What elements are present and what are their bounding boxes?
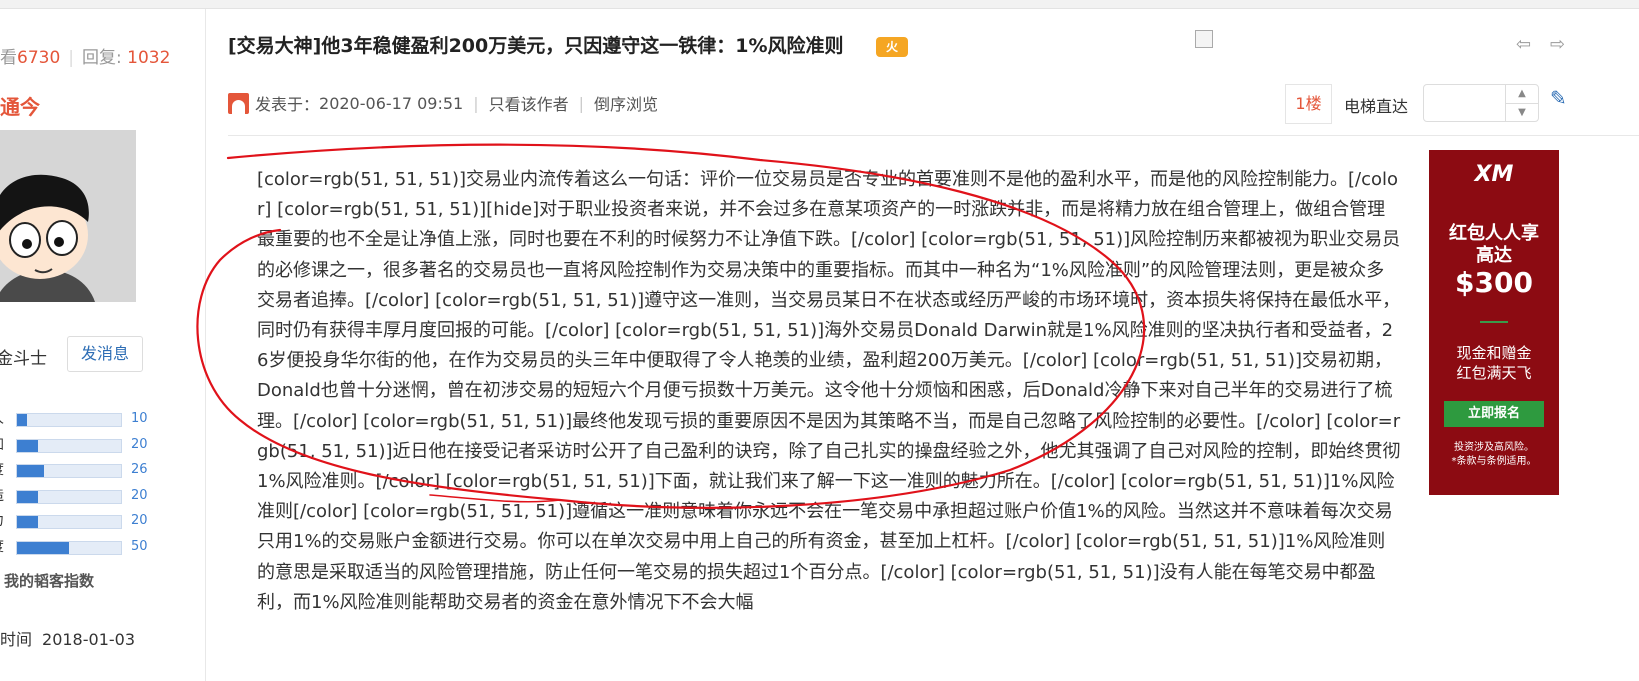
wrench-icon[interactable]: ✎	[1550, 86, 1567, 110]
stat-bar-track	[16, 413, 122, 427]
views-label: 看	[0, 48, 17, 68]
avatar[interactable]	[0, 130, 136, 302]
stat-bar-fill	[17, 490, 38, 503]
stat-bar-value: 20	[131, 487, 148, 503]
jump-label: 电梯直达	[1344, 97, 1409, 116]
meta-divider: |	[473, 93, 479, 113]
stat-bar-label: 力	[0, 513, 4, 529]
stat-bar-value: 20	[131, 513, 148, 528]
stat-bar-track	[16, 464, 122, 478]
ad-headline-2: 高达	[1476, 245, 1512, 266]
ad-disclaimer-2: *条款与条例适用。	[1451, 456, 1537, 467]
stat-bar-track	[16, 438, 122, 453]
post-title: [交易大神]他3年稳健盈利200万美元，只因遵守这一铁律：1%风险准则	[228, 35, 844, 57]
ad-subtext: 现金和赠金	[1456, 344, 1532, 362]
next-arrow-icon[interactable]: ⇨	[1550, 34, 1565, 55]
stats-divider: |	[68, 48, 74, 68]
stat-bar-row: 人 10	[0, 411, 148, 437]
stat-bar-label: 度	[0, 539, 4, 555]
my-index-link[interactable]: 我的韬客指数	[4, 570, 94, 591]
user-icon	[228, 92, 249, 114]
header-divider	[228, 135, 1639, 136]
post-stats: 看6730 | 回复: 1032	[0, 43, 170, 68]
stat-bar-track	[16, 489, 122, 504]
broken-image-icon	[1195, 30, 1213, 48]
ad-amount: $300	[1455, 266, 1533, 299]
register-date: 2018-01-03	[42, 630, 135, 649]
stat-bar-value: 26	[131, 462, 148, 477]
ad-logo: XM	[1474, 162, 1514, 187]
ad-register-button[interactable]: 立即报名	[1444, 401, 1544, 427]
post-meta: 发表于： 2020-06-17 09:51 | 只看该作者 | 倒序浏览	[228, 90, 658, 116]
stat-bar-row: 度 26	[0, 462, 148, 488]
stat-bar-fill	[17, 414, 28, 426]
floor-number[interactable]: 1楼	[1285, 84, 1332, 124]
stat-bar-fill	[17, 465, 45, 477]
user-title: 金斗士	[0, 349, 47, 369]
stat-bar-fill	[17, 439, 38, 452]
stat-bar-value: 20	[131, 436, 148, 452]
floor-jump-input[interactable]: ▲ ▼	[1423, 84, 1539, 122]
stat-bar-value: 50	[131, 538, 148, 554]
author-username[interactable]: 盾通今	[0, 91, 40, 120]
stat-bar-label: 加	[0, 437, 4, 453]
stat-bar-row: 度 50	[0, 539, 148, 565]
stat-bar-fill	[17, 516, 38, 528]
chevron-up-icon[interactable]: ▲	[1506, 85, 1538, 104]
hot-badge: 火	[876, 37, 908, 57]
register-label: 时间	[0, 630, 33, 649]
posted-time: 2020-06-17 09:51	[319, 93, 464, 113]
top-bar	[0, 0, 1639, 9]
chevron-down-icon[interactable]: ▼	[1506, 104, 1538, 122]
ad-subtext-2: 红包满天飞	[1456, 364, 1532, 382]
stat-bar-fill	[17, 541, 69, 554]
stat-bar-row: 加 20	[0, 437, 148, 463]
stat-bar-label: 人	[0, 411, 4, 427]
user-sidebar: 看6730 | 回复: 1032 盾通今 金斗士 发消息 人 10 加 20 度	[0, 9, 206, 681]
stat-bar-track	[16, 540, 122, 555]
ad-divider	[1480, 321, 1508, 323]
stat-bar-row: 造 20	[0, 488, 148, 514]
floor-stepper[interactable]: ▲ ▼	[1505, 85, 1538, 121]
xm-ad-banner[interactable]: XM 红包人人享 高达 $300 现金和赠金 红包满天飞 立即报名 投资涉及高风…	[1429, 150, 1559, 495]
only-author-link[interactable]: 只看该作者	[489, 91, 569, 115]
replies-count: 1032	[127, 48, 171, 68]
reverse-order-link[interactable]: 倒序浏览	[594, 91, 658, 115]
stat-bar-label: 造	[0, 488, 4, 504]
user-stat-bars: 人 10 加 20 度 26 造 20 力 20 度 50	[0, 411, 148, 565]
views-count: 6730	[17, 48, 61, 68]
avatar-image	[0, 130, 136, 302]
register-time: 时间 2018-01-03	[0, 626, 135, 650]
posted-label: 发表于：	[255, 95, 320, 114]
stat-bar-row: 力 20	[0, 513, 148, 539]
stat-bar-value: 10	[131, 411, 148, 426]
post-body: [color=rgb(51, 51, 51)]交易业内流传着这么一句话：评价一位…	[257, 169, 1401, 613]
replies-label: 回复:	[82, 48, 122, 68]
prev-arrow-icon[interactable]: ⇦	[1516, 34, 1531, 55]
stat-bar-track	[16, 515, 122, 529]
meta-divider: |	[578, 93, 584, 113]
ad-headline: 红包人人享	[1449, 223, 1539, 244]
send-message-button[interactable]: 发消息	[67, 336, 143, 372]
stat-bar-label: 度	[0, 462, 4, 478]
ad-disclaimer: 投资涉及高风险。	[1454, 442, 1534, 453]
